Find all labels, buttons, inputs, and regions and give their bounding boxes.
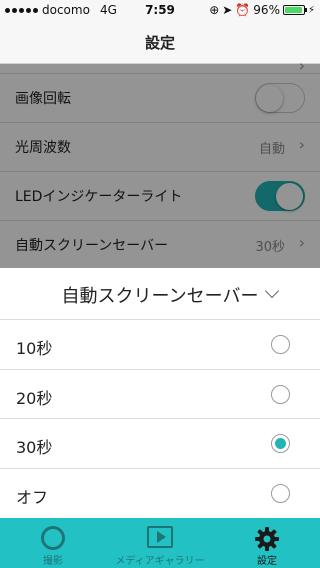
tab-label: 撮影 (43, 556, 63, 567)
option-label: 20秒 (16, 388, 53, 408)
radio-button[interactable] (271, 335, 290, 354)
radio-button[interactable] (271, 384, 290, 404)
option-off[interactable]: オフ (0, 469, 320, 519)
tab-settings[interactable]: 設定 (214, 518, 320, 568)
option-label: 30秒 (16, 438, 53, 457)
radio-button[interactable] (271, 483, 290, 503)
battery-icon (282, 5, 307, 15)
navigation-bar: 設定 (0, 20, 320, 64)
tab-media-gallery[interactable]: メディアギャラリー (107, 518, 213, 568)
location-icon: ➤ (222, 3, 233, 17)
camera-icon (41, 526, 65, 550)
option-30s[interactable]: 30秒 (0, 419, 320, 469)
sheet-header[interactable]: 自動スクリーンセーバー (0, 268, 320, 320)
option-20s[interactable]: 20秒 (0, 370, 320, 419)
play-icon (147, 526, 173, 548)
battery-percent: 96% (253, 3, 280, 17)
status-bar: docomo 4G 7:59 ⊕ ➤ ⏰ 96% ⚡ (0, 0, 320, 20)
page-title: 設定 (144, 34, 175, 52)
tab-bar: 撮影 メディアギャラリー 設定 (0, 518, 320, 568)
tab-label: 設定 (257, 556, 277, 567)
option-label: オフ (16, 487, 49, 507)
tab-capture[interactable]: 撮影 (0, 518, 106, 568)
charging-icon: ⚡ (307, 4, 315, 16)
option-label: 10秒 (16, 339, 53, 358)
alarm-icon: ⏰ (235, 3, 251, 17)
option-10s[interactable]: 10秒 (0, 320, 320, 370)
status-right: ⊕ ➤ ⏰ 96% ⚡ (209, 3, 315, 17)
battery-fill (284, 7, 303, 13)
screensaver-picker-sheet: 自動スクリーンセーバー 10秒 20秒 30秒 オフ (0, 268, 320, 518)
tab-label: メディアギャラリー (115, 556, 205, 567)
rotation-lock-icon: ⊕ (209, 3, 220, 17)
radio-button-selected[interactable] (271, 434, 290, 453)
